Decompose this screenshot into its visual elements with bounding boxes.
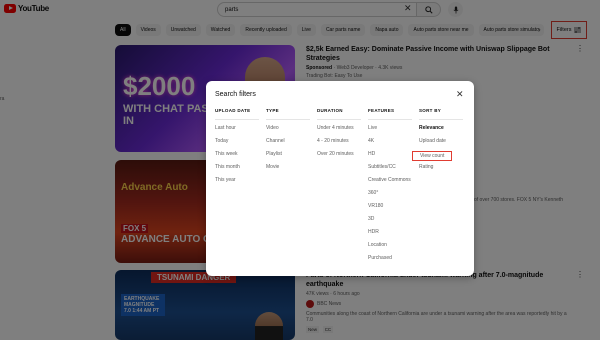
divider: [419, 119, 463, 120]
filter-option[interactable]: This month: [215, 164, 259, 177]
filter-column-sort-by: SORT BY Relevance Upload date View count…: [412, 108, 463, 177]
filter-option[interactable]: Purchased: [368, 255, 412, 268]
dialog-title: Search filters: [215, 91, 256, 98]
sort-option-view-count[interactable]: View count: [412, 151, 453, 161]
filter-option[interactable]: Location: [368, 242, 412, 255]
divider: [215, 119, 259, 120]
column-header: DURATION: [317, 108, 343, 113]
filter-option[interactable]: 4K: [368, 138, 412, 151]
filter-option[interactable]: HDR: [368, 229, 412, 242]
filter-option[interactable]: Under 4 minutes: [317, 125, 361, 138]
filter-option[interactable]: 4 - 20 minutes: [317, 138, 361, 151]
column-header: UPLOAD DATE: [215, 108, 251, 113]
filter-option[interactable]: HD: [368, 151, 412, 164]
filter-option[interactable]: VR180: [368, 203, 412, 216]
column-header: FEATURES: [368, 108, 395, 113]
filter-option[interactable]: Subtitles/CC: [368, 164, 412, 177]
divider: [368, 119, 412, 120]
filter-column-type: TYPE Video Channel Playlist Movie: [266, 108, 310, 177]
filter-option[interactable]: Channel: [266, 138, 310, 151]
filter-option[interactable]: 3D: [368, 216, 412, 229]
filter-option[interactable]: Video: [266, 125, 310, 138]
filter-option[interactable]: Playlist: [266, 151, 310, 164]
filter-column-upload-date: UPLOAD DATE Last hour Today This week Th…: [215, 108, 259, 190]
search-filters-dialog: Search filters ✕ UPLOAD DATE Last hour T…: [206, 81, 474, 276]
filter-option[interactable]: Creative Commons: [368, 177, 412, 190]
column-header: SORT BY: [419, 108, 442, 113]
filter-option[interactable]: 360°: [368, 190, 412, 203]
filter-option[interactable]: Live: [368, 125, 412, 138]
sort-option[interactable]: Upload date: [419, 138, 463, 151]
sort-option-selected[interactable]: Relevance: [419, 125, 463, 138]
divider: [317, 119, 361, 120]
filter-column-features: FEATURES Live 4K HD Subtitles/CC Creativ…: [368, 108, 412, 268]
filter-option[interactable]: Over 20 minutes: [317, 151, 361, 164]
filter-option[interactable]: Last hour: [215, 125, 259, 138]
filter-column-duration: DURATION Under 4 minutes 4 - 20 minutes …: [317, 108, 361, 164]
filter-option[interactable]: This year: [215, 177, 259, 190]
close-icon[interactable]: ✕: [456, 89, 464, 100]
filter-option[interactable]: Today: [215, 138, 259, 151]
filter-option[interactable]: This week: [215, 151, 259, 164]
sort-option[interactable]: Rating: [419, 164, 463, 177]
divider: [266, 119, 310, 120]
filter-option[interactable]: Movie: [266, 164, 310, 177]
column-header: TYPE: [266, 108, 279, 113]
